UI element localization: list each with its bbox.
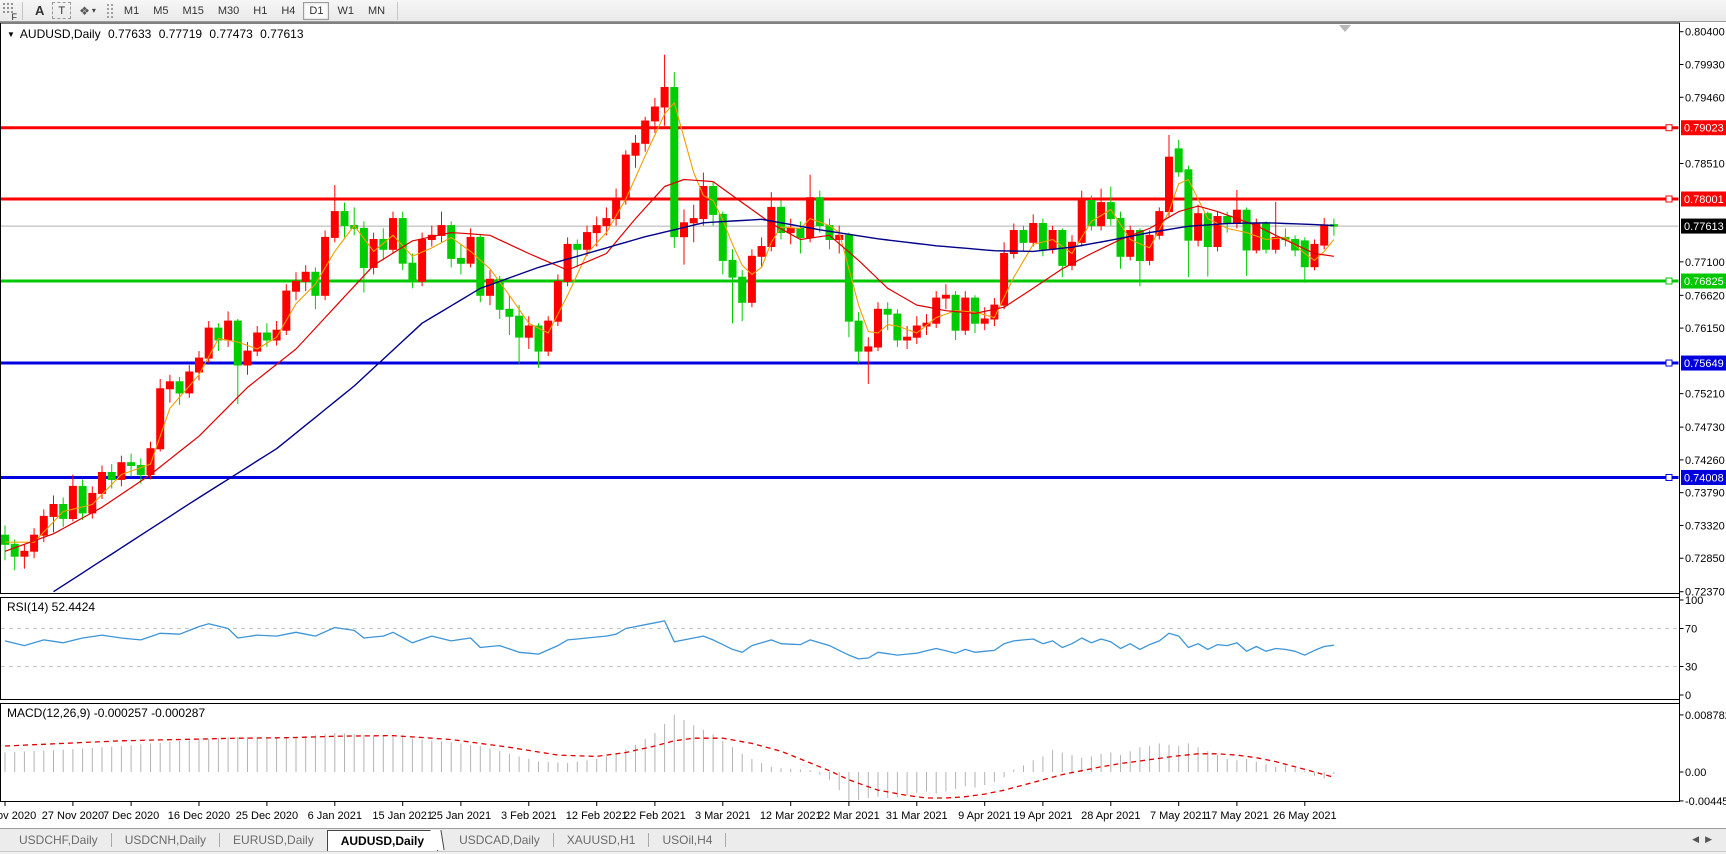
- svg-text:0.77613: 0.77613: [1684, 221, 1724, 233]
- macd-label: MACD(12,26,9) -0.000257 -0.000287: [7, 706, 205, 720]
- timeframe-d1-button[interactable]: D1: [303, 2, 329, 20]
- svg-text:0.74008: 0.74008: [1684, 472, 1724, 484]
- line-handle: [1666, 474, 1672, 480]
- svg-text:22 Feb 2021: 22 Feb 2021: [624, 810, 686, 822]
- svg-text:22 Mar 2021: 22 Mar 2021: [818, 810, 880, 822]
- svg-text:15 Jan 2021: 15 Jan 2021: [372, 810, 433, 822]
- tab-divider: [725, 833, 726, 847]
- svg-text:0.74730: 0.74730: [1685, 422, 1725, 434]
- svg-text:0.79023: 0.79023: [1684, 123, 1724, 135]
- svg-text:0.80400: 0.80400: [1685, 27, 1725, 39]
- timeframe-m30-button[interactable]: M30: [212, 2, 245, 20]
- svg-text:18 Nov 2020: 18 Nov 2020: [0, 810, 36, 822]
- svg-text:0.76150: 0.76150: [1685, 323, 1725, 335]
- svg-text:0.74260: 0.74260: [1685, 455, 1725, 467]
- svg-text:28 Apr 2021: 28 Apr 2021: [1081, 810, 1140, 822]
- symbol-ohlc-label[interactable]: ▼ AUDUSD,Daily 0.77633 0.77719 0.77473 0.…: [7, 27, 308, 41]
- line-handle: [1666, 278, 1672, 284]
- svg-text:0.76825: 0.76825: [1684, 276, 1724, 288]
- chevron-down-icon: ▾: [92, 6, 96, 15]
- toolbar-grip2-icon[interactable]: [106, 3, 114, 19]
- timeframe-h4-button[interactable]: H4: [275, 2, 301, 20]
- text-label-tool-button[interactable]: A: [29, 2, 50, 20]
- timeframe-h1-button[interactable]: H1: [247, 2, 273, 20]
- svg-text:-0.004451: -0.004451: [1685, 796, 1726, 808]
- symbol-tab-bar: USDCHF,Daily USDCNH,Daily EURUSD,Daily A…: [0, 828, 1726, 851]
- tab-xauusd-h1[interactable]: XAUUSD,H1: [554, 829, 649, 851]
- tab-scroll-arrows[interactable]: ◀▶: [1692, 834, 1718, 845]
- grip-f-label: F: [12, 12, 18, 22]
- svg-text:27 Nov 2020: 27 Nov 2020: [42, 810, 104, 822]
- svg-text:19 Apr 2021: 19 Apr 2021: [1013, 810, 1072, 822]
- toolbar-separator: [22, 2, 23, 20]
- svg-text:31 Mar 2021: 31 Mar 2021: [886, 810, 948, 822]
- svg-text:0: 0: [1685, 690, 1691, 702]
- svg-text:3 Mar 2021: 3 Mar 2021: [695, 810, 751, 822]
- tab-usoil-h4[interactable]: USOil,H4: [649, 829, 725, 851]
- open-value: 0.77633: [108, 27, 151, 41]
- svg-text:17 May 2021: 17 May 2021: [1205, 810, 1269, 822]
- svg-text:25 Jan 2021: 25 Jan 2021: [431, 810, 492, 822]
- svg-text:0.75649: 0.75649: [1684, 358, 1724, 370]
- svg-text:100: 100: [1685, 595, 1703, 607]
- timeframe-m5-button[interactable]: M5: [147, 2, 174, 20]
- svg-text:0.75210: 0.75210: [1685, 389, 1725, 401]
- svg-text:3 Feb 2021: 3 Feb 2021: [501, 810, 557, 822]
- tab-audusd-daily[interactable]: AUDUSD,Daily: [327, 830, 438, 851]
- svg-text:0.008782: 0.008782: [1685, 710, 1726, 722]
- svg-text:30: 30: [1685, 662, 1697, 674]
- mt4-window: F A T ❖ ▾ M1 M5 M15 M30 H1 H4 D1 W1 MN 0…: [0, 0, 1726, 854]
- svg-text:16 Dec 2020: 16 Dec 2020: [168, 810, 230, 822]
- svg-text:7 May 2021: 7 May 2021: [1150, 810, 1207, 822]
- svg-text:6 Jan 2021: 6 Jan 2021: [308, 810, 362, 822]
- timeframe-mn-button[interactable]: MN: [362, 2, 391, 20]
- line-handle: [1666, 360, 1672, 366]
- svg-text:0.78510: 0.78510: [1685, 159, 1725, 171]
- svg-text:0.78001: 0.78001: [1684, 194, 1724, 206]
- line-handle: [1666, 196, 1672, 202]
- rsi-pane: [1, 598, 1680, 700]
- svg-text:0.73790: 0.73790: [1685, 488, 1725, 500]
- svg-text:0.73320: 0.73320: [1685, 520, 1725, 532]
- text-box-tool-button[interactable]: T: [52, 2, 71, 19]
- svg-text:7 Dec 2020: 7 Dec 2020: [103, 810, 159, 822]
- svg-text:25 Dec 2020: 25 Dec 2020: [236, 810, 298, 822]
- svg-text:26 May 2021: 26 May 2021: [1273, 810, 1337, 822]
- macd-pane: [1, 704, 1680, 802]
- high-value: 0.77719: [159, 27, 202, 41]
- tab-usdchf-daily[interactable]: USDCHF,Daily: [6, 829, 111, 851]
- svg-text:0.79930: 0.79930: [1685, 59, 1725, 71]
- rsi-label: RSI(14) 52.4424: [7, 600, 95, 614]
- shapes-tool-button[interactable]: ❖ ▾: [73, 2, 102, 20]
- chart-dropdown-icon[interactable]: ▼: [7, 30, 15, 39]
- svg-text:70: 70: [1685, 624, 1697, 636]
- svg-text:0.77100: 0.77100: [1685, 257, 1725, 269]
- svg-text:0.72850: 0.72850: [1685, 553, 1725, 565]
- timeframe-m1-button[interactable]: M1: [118, 2, 145, 20]
- low-value: 0.77473: [209, 27, 252, 41]
- shapes-icon: ❖: [79, 4, 90, 18]
- symbol-label: AUDUSD,Daily: [20, 27, 101, 41]
- tab-eurusd-daily[interactable]: EURUSD,Daily: [220, 829, 327, 851]
- main-pane: [1, 23, 1680, 594]
- svg-text:9 Apr 2021: 9 Apr 2021: [958, 810, 1011, 822]
- chart-area: 0.80400 0.79930 0.79460 0.78510 0.77100 0.766…: [0, 22, 1726, 828]
- toolbar-grip-icon[interactable]: F: [2, 2, 16, 20]
- timeframe-m15-button[interactable]: M15: [176, 2, 209, 20]
- toolbar-separator: [397, 2, 398, 20]
- svg-text:0.76620: 0.76620: [1685, 290, 1725, 302]
- timeframe-w1-button[interactable]: W1: [331, 2, 360, 20]
- svg-text:0.79460: 0.79460: [1685, 92, 1725, 104]
- line-handle: [1666, 125, 1672, 131]
- chart-canvas[interactable]: 0.80400 0.79930 0.79460 0.78510 0.77100 0.766…: [0, 22, 1726, 828]
- tab-usdcad-daily[interactable]: USDCAD,Daily: [446, 829, 553, 851]
- close-value: 0.77613: [260, 27, 303, 41]
- tab-usdcnh-daily[interactable]: USDCNH,Daily: [112, 829, 219, 851]
- svg-text:12 Feb 2021: 12 Feb 2021: [566, 810, 628, 822]
- svg-text:12 Mar 2021: 12 Mar 2021: [760, 810, 822, 822]
- toolbar: F A T ❖ ▾ M1 M5 M15 M30 H1 H4 D1 W1 MN: [0, 0, 1726, 22]
- svg-text:0.00: 0.00: [1685, 767, 1706, 779]
